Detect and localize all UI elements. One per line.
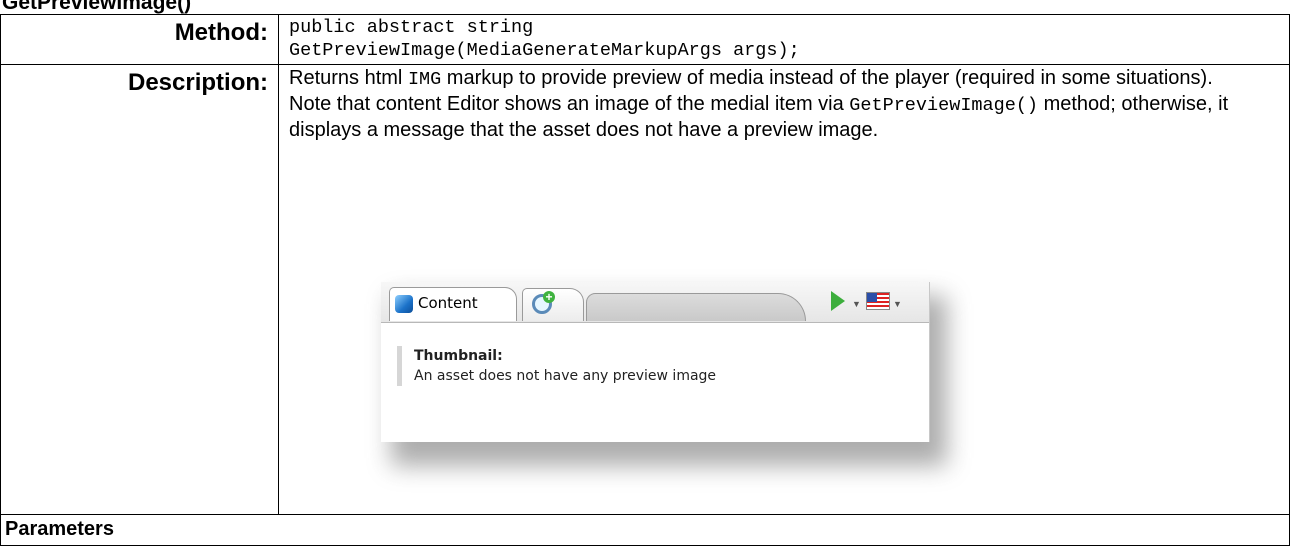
signature-line-1: public abstract string (289, 17, 534, 38)
parameters-row: Parameters (0, 514, 1290, 546)
parameters-label: Parameters (0, 514, 1290, 546)
tab-content[interactable]: Content (389, 287, 517, 321)
description-paragraph-1: Returns html IMG markup to provide previ… (289, 66, 1283, 92)
navigate-icon[interactable] (831, 291, 845, 311)
tab-bar: Content + ▼ ▼ (381, 282, 929, 323)
embedded-screenshot: Content + ▼ ▼ Thumbnail: An asset does n… (381, 282, 949, 472)
tab-search[interactable]: + (522, 288, 584, 321)
plus-icon: + (543, 291, 555, 303)
inline-code-img: IMG (407, 69, 442, 90)
cube-icon (395, 295, 413, 313)
description-paragraph-2: Note that content Editor shows an image … (289, 92, 1283, 143)
method-signature: public abstract string GetPreviewImage(M… (278, 14, 1290, 65)
thumbnail-message: An asset does not have any preview image (414, 368, 717, 384)
desc-text: markup to provide preview of media inste… (441, 67, 1213, 89)
inline-code-method: GetPreviewImage() (849, 95, 1039, 116)
section-heading: GetPreviewImage() (2, 0, 192, 14)
chevron-down-icon[interactable]: ▼ (893, 299, 902, 309)
method-label: Method: (0, 14, 279, 65)
description-label: Description: (0, 64, 279, 515)
chevron-down-icon[interactable]: ▼ (852, 299, 861, 309)
thumbnail-title: Thumbnail: (414, 348, 503, 364)
signature-line-2: GetPreviewImage(MediaGenerateMarkupArgs … (289, 40, 800, 61)
screenshot-panel: Content + ▼ ▼ Thumbnail: An asset does n… (381, 282, 930, 442)
method-row: Method: public abstract string GetPrevie… (0, 14, 1290, 65)
desc-text: Returns html (289, 67, 408, 89)
desc-text: Note that content Editor shows an image … (289, 93, 850, 115)
tab-content-label: Content (418, 294, 478, 312)
flag-us-icon[interactable] (866, 292, 890, 310)
thumbnail-notice: Thumbnail: An asset does not have any pr… (397, 346, 716, 386)
tab-strip-filler (586, 293, 806, 321)
